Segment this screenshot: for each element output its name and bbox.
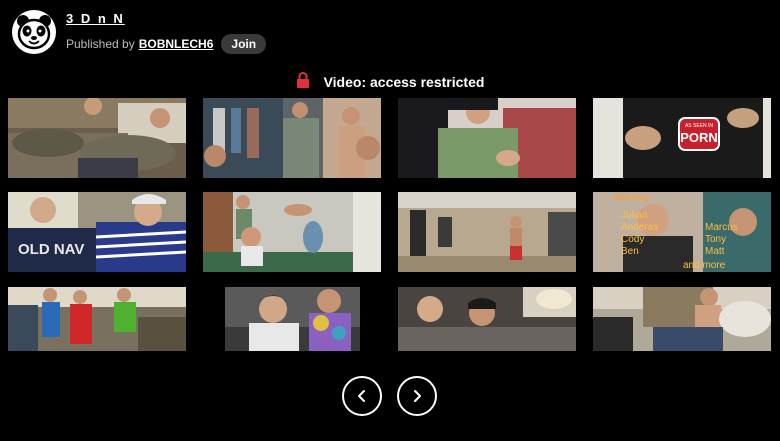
cast-right-3: Matt <box>705 246 725 257</box>
previous-page-button[interactable] <box>342 376 382 416</box>
gallery-header: 3 D n N Published by BOBNLECH6 Join <box>12 10 267 54</box>
badge-big-text: PORN <box>680 130 718 145</box>
video-thumbnail-10[interactable] <box>225 287 360 351</box>
cast-right-1: Marcus <box>705 222 738 233</box>
shirt-text: OLD NAV <box>18 241 84 258</box>
author-link[interactable]: BOBNLECH6 <box>139 37 214 51</box>
video-thumbnail-12[interactable] <box>593 287 771 351</box>
video-thumbnail-2[interactable] <box>203 98 381 178</box>
video-thumbnail-1[interactable] <box>8 98 186 178</box>
chevron-right-icon <box>414 390 421 402</box>
video-thumbnail-6[interactable] <box>203 192 381 272</box>
video-thumbnail-9[interactable] <box>8 287 186 351</box>
video-thumbnail-8[interactable]: Starring Julian Anderas Cody Ben Marcus … <box>593 192 771 272</box>
cast-right-2: Tony <box>705 234 726 245</box>
panda-logo-icon[interactable] <box>12 10 56 54</box>
chevron-left-icon <box>358 390 365 402</box>
cast-left-1: Julian <box>621 210 647 221</box>
starring-label: Starring <box>613 192 648 203</box>
video-thumbnail-7[interactable] <box>398 192 576 272</box>
join-button[interactable]: Join <box>221 33 267 54</box>
video-thumbnail-11[interactable] <box>398 287 576 351</box>
restricted-text: Video: access restricted <box>323 73 485 90</box>
video-thumbnail-5[interactable]: OLD NAV <box>8 192 186 272</box>
published-by-label: Published by <box>66 36 135 51</box>
badge-small-text: AS SEEN IN <box>685 123 713 129</box>
cast-left-4: Ben <box>621 246 639 257</box>
cast-left-2: Anderas <box>621 222 658 233</box>
album-title[interactable]: 3 D n N <box>66 11 266 26</box>
lock-icon <box>296 72 310 91</box>
video-thumbnail-3[interactable] <box>398 98 576 178</box>
cast-left-3: Cody <box>621 234 644 245</box>
restricted-notice: Video: access restricted <box>0 72 780 91</box>
next-page-button[interactable] <box>397 376 437 416</box>
cast-right-4: and more <box>683 260 726 271</box>
video-thumbnail-4[interactable]: AS SEEN IN PORN <box>593 98 771 178</box>
